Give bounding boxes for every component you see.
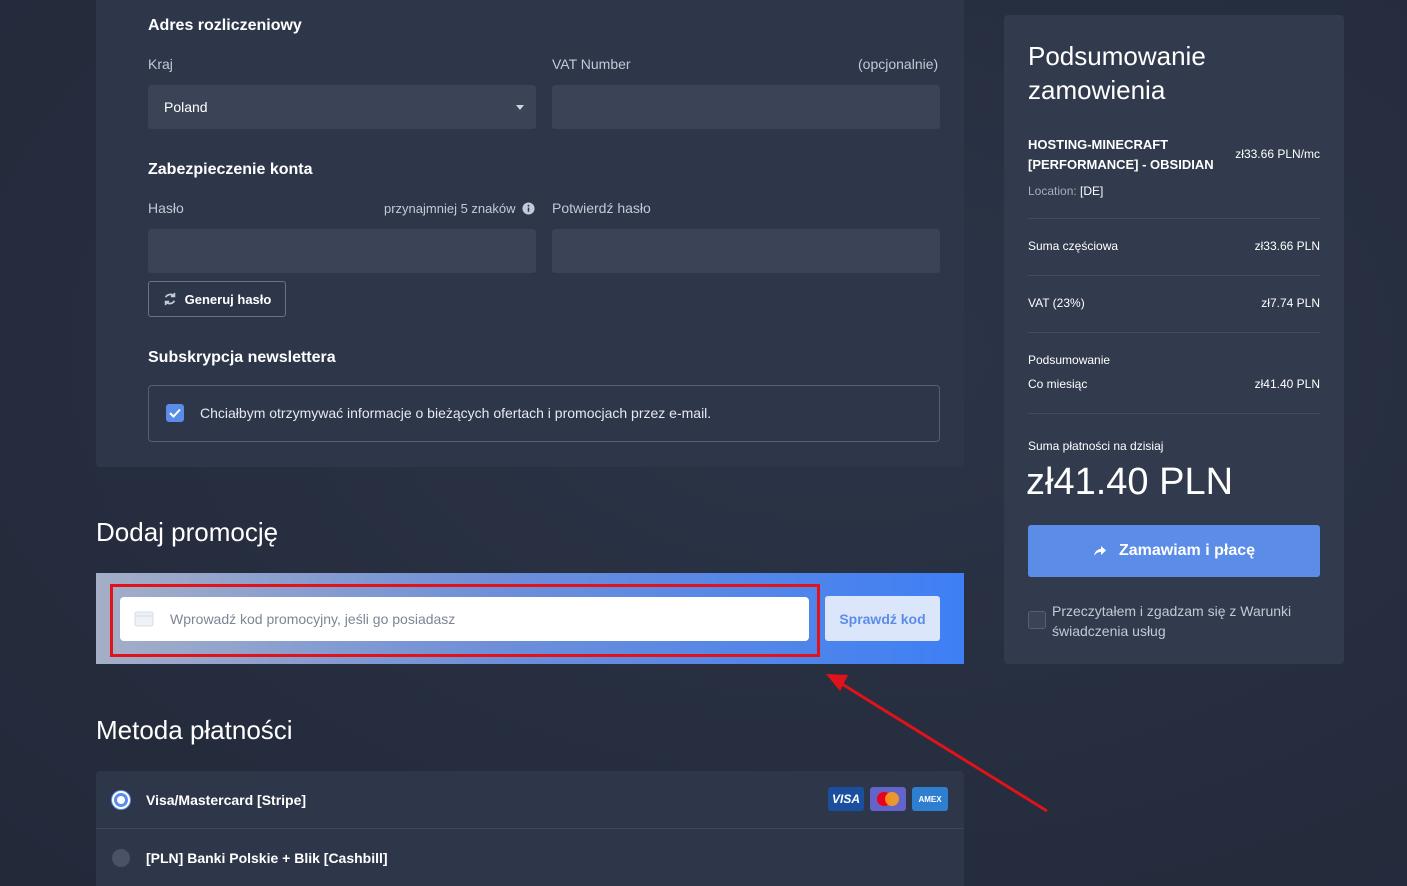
terms-checkbox[interactable] (1028, 611, 1046, 629)
summary-divider (1028, 413, 1320, 414)
check-code-button[interactable]: Sprawdź kod (825, 596, 940, 641)
order-and-pay-label: Zamawiam i płacę (1118, 542, 1256, 559)
terms-agreement: Przeczytałem i zgadzam się z Warunki świ… (1028, 601, 1312, 641)
monthly-value: zł41.40 PLN (1254, 377, 1320, 391)
payment-title: Metoda płatności (96, 715, 293, 745)
newsletter-checkbox-label[interactable]: Chciałbym otrzymywać informacje o bieżąc… (200, 405, 711, 421)
summary-title: Podsumowanie zamowienia (1028, 39, 1206, 107)
vat-number-input[interactable] (552, 85, 940, 129)
summary-title-line: Podsumowanie (1028, 41, 1206, 71)
product-location: Location: [DE] (1028, 184, 1103, 198)
payment-method-label[interactable]: [PLN] Banki Polskie + Blik [Cashbill] (146, 850, 388, 866)
order-summary-card: Podsumowanie zamowienia HOSTING-MINECRAF… (1004, 15, 1344, 664)
generate-password-button[interactable]: Generuj hasło (148, 281, 286, 317)
billing-title: Adres rozliczeniowy (148, 17, 302, 34)
country-label: Kraj (148, 56, 173, 72)
terms-prefix: Przeczytałem i zgadzam się z (1052, 603, 1241, 619)
confirm-password-label: Potwierdź hasło (552, 200, 651, 216)
vat-label: VAT Number (552, 56, 631, 72)
newsletter-box: Chciałbym otrzymywać informacje o bieżąc… (148, 385, 940, 442)
mastercard-logo-icon (870, 787, 906, 811)
visa-logo-icon: VISA (828, 787, 864, 811)
product-price: zł33.66 PLN/mc (1235, 147, 1320, 161)
newsletter-checkbox[interactable] (166, 404, 184, 422)
payment-method-row[interactable]: [PLN] Banki Polskie + Blik [Cashbill] (96, 829, 964, 886)
country-select[interactable]: Poland (148, 85, 536, 129)
terms-link[interactable]: świadczenia usług (1052, 623, 1166, 639)
card-logos: VISA AMEX (828, 787, 948, 811)
product-name-line: HOSTING-MINECRAFT (1028, 137, 1169, 152)
refresh-icon (164, 292, 175, 306)
product-name-line: [PERFORMANCE] - OBSIDIAN (1028, 157, 1214, 172)
payment-method-label[interactable]: Visa/Mastercard [Stripe] (146, 792, 306, 808)
payment-radio-unselected[interactable] (112, 848, 130, 867)
order-and-pay-button[interactable]: Zamawiam i płacę (1028, 525, 1320, 577)
password-hint-text: przynajmniej 5 znaków (384, 201, 516, 216)
payment-radio-selected[interactable] (112, 790, 130, 809)
chevron-down-icon (516, 104, 524, 110)
vat-optional-label: (opcjonalnie) (858, 56, 939, 72)
amex-logo-icon: AMEX (912, 787, 948, 811)
totals-label: Podsumowanie (1028, 353, 1111, 367)
subtotal-value: zł33.66 PLN (1254, 239, 1320, 253)
location-label: Location: (1028, 184, 1077, 198)
summary-title-line: zamowienia (1028, 75, 1166, 105)
monthly-row: Co miesiąc zł41.40 PLN (1028, 377, 1320, 391)
security-title: Zabezpieczenie konta (148, 161, 313, 178)
totals-row: Podsumowanie (1028, 353, 1320, 367)
location-value: [DE] (1080, 184, 1104, 198)
summary-divider (1028, 332, 1320, 333)
share-arrow-icon (1093, 546, 1106, 556)
product-name: HOSTING-MINECRAFT [PERFORMANCE] - OBSIDI… (1028, 135, 1214, 175)
summary-divider (1028, 218, 1320, 219)
highlight-rectangle (110, 584, 820, 657)
summary-divider (1028, 275, 1320, 276)
password-hint: przynajmniej 5 znaków (384, 201, 535, 216)
subtotal-label: Suma częściowa (1028, 239, 1119, 253)
newsletter-title: Subskrypcja newslettera (148, 349, 336, 366)
due-today-value: zł41.40 PLN (1026, 461, 1234, 503)
country-value: Poland (164, 99, 208, 115)
checkmark-icon (169, 408, 181, 418)
vat-row: VAT (23%) zł7.74 PLN (1028, 296, 1320, 310)
subtotal-row: Suma częściowa zł33.66 PLN (1028, 239, 1320, 253)
due-today-label: Suma płatności na dzisiaj (1028, 439, 1164, 453)
generate-password-label: Generuj hasło (184, 291, 272, 307)
password-label: Hasło (148, 200, 184, 216)
password-input[interactable] (148, 229, 536, 273)
monthly-label: Co miesiąc (1028, 377, 1088, 391)
info-icon[interactable] (521, 202, 535, 215)
vat-summary-value: zł7.74 PLN (1261, 296, 1320, 310)
billing-card: Adres rozliczeniowy Kraj VAT Number (opc… (96, 0, 964, 467)
terms-text: Przeczytałem i zgadzam się z Warunki świ… (1052, 601, 1312, 641)
confirm-password-input[interactable] (552, 229, 940, 273)
terms-link[interactable]: Warunki (1240, 603, 1291, 619)
promo-title: Dodaj promocję (96, 517, 279, 547)
vat-summary-label: VAT (23%) (1028, 296, 1085, 310)
payment-method-row[interactable]: Visa/Mastercard [Stripe] VISA AMEX (96, 771, 964, 828)
